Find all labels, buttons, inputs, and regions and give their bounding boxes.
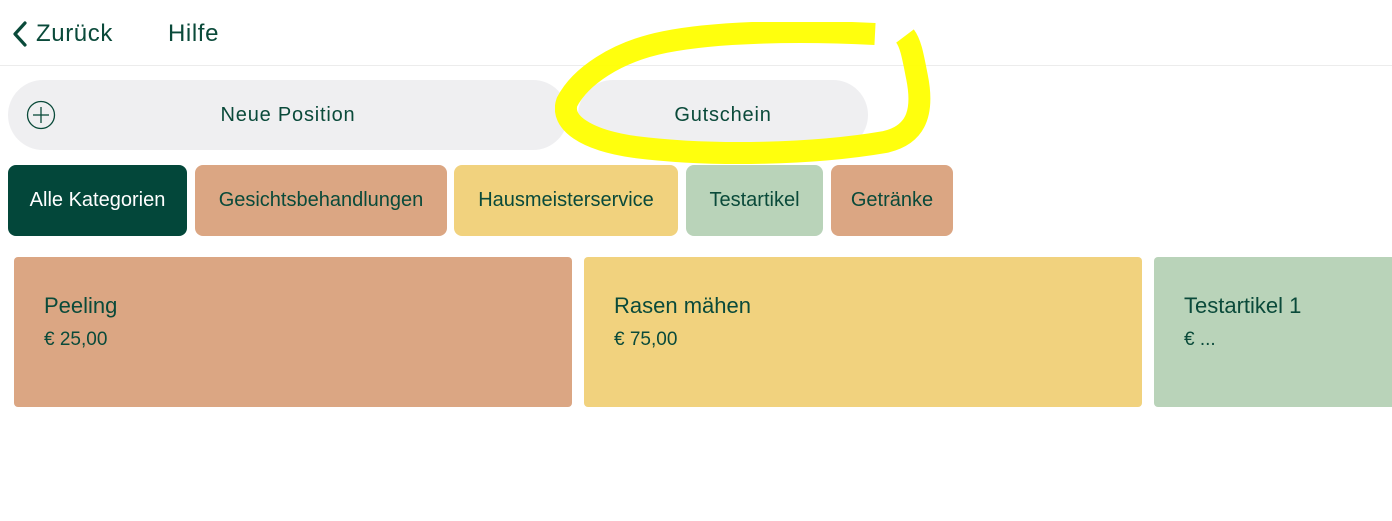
category-label: Testartikel bbox=[709, 189, 800, 211]
category-label: Gesichtsbehandlungen bbox=[218, 189, 424, 211]
plus-circle-icon bbox=[26, 100, 56, 130]
category-chip-all[interactable]: Alle Kategorien bbox=[8, 165, 187, 236]
category-label: Alle Kategorien bbox=[29, 189, 166, 211]
product-name: Testartikel 1 bbox=[1184, 293, 1302, 318]
product-card-peeling[interactable]: Peeling € 25,00 bbox=[14, 257, 572, 407]
new-position-button[interactable]: Neue Position bbox=[8, 80, 568, 150]
product-name: Rasen mähen bbox=[614, 293, 751, 318]
new-position-label: Neue Position bbox=[220, 103, 356, 126]
product-price: € 25,00 bbox=[44, 329, 108, 350]
back-button[interactable]: Zurück bbox=[10, 14, 113, 54]
help-label: Hilfe bbox=[168, 20, 220, 47]
product-card-testartikel-1[interactable]: Testartikel 1 € ... bbox=[1154, 257, 1392, 407]
category-chip-getraenke[interactable]: Getränke bbox=[831, 165, 953, 236]
category-label: Getränke bbox=[850, 189, 934, 211]
product-name: Peeling bbox=[44, 293, 118, 318]
chevron-left-icon bbox=[13, 21, 27, 47]
voucher-button[interactable]: Gutschein bbox=[578, 80, 868, 150]
voucher-label: Gutschein bbox=[674, 103, 772, 126]
category-chip-testartikel[interactable]: Testartikel bbox=[686, 165, 823, 236]
category-label: Hausmeisterservice bbox=[478, 189, 654, 211]
back-label: Zurück bbox=[36, 20, 113, 47]
help-link[interactable]: Hilfe bbox=[168, 14, 219, 54]
category-chip-hausmeisterservice[interactable]: Hausmeisterservice bbox=[454, 165, 678, 236]
product-price: € 75,00 bbox=[614, 329, 678, 350]
category-chip-gesichtsbehandlungen[interactable]: Gesichtsbehandlungen bbox=[195, 165, 447, 236]
product-price: € ... bbox=[1184, 329, 1216, 350]
top-bar: Zurück Hilfe bbox=[0, 0, 1392, 66]
product-card-rasen-maehen[interactable]: Rasen mähen € 75,00 bbox=[584, 257, 1142, 407]
